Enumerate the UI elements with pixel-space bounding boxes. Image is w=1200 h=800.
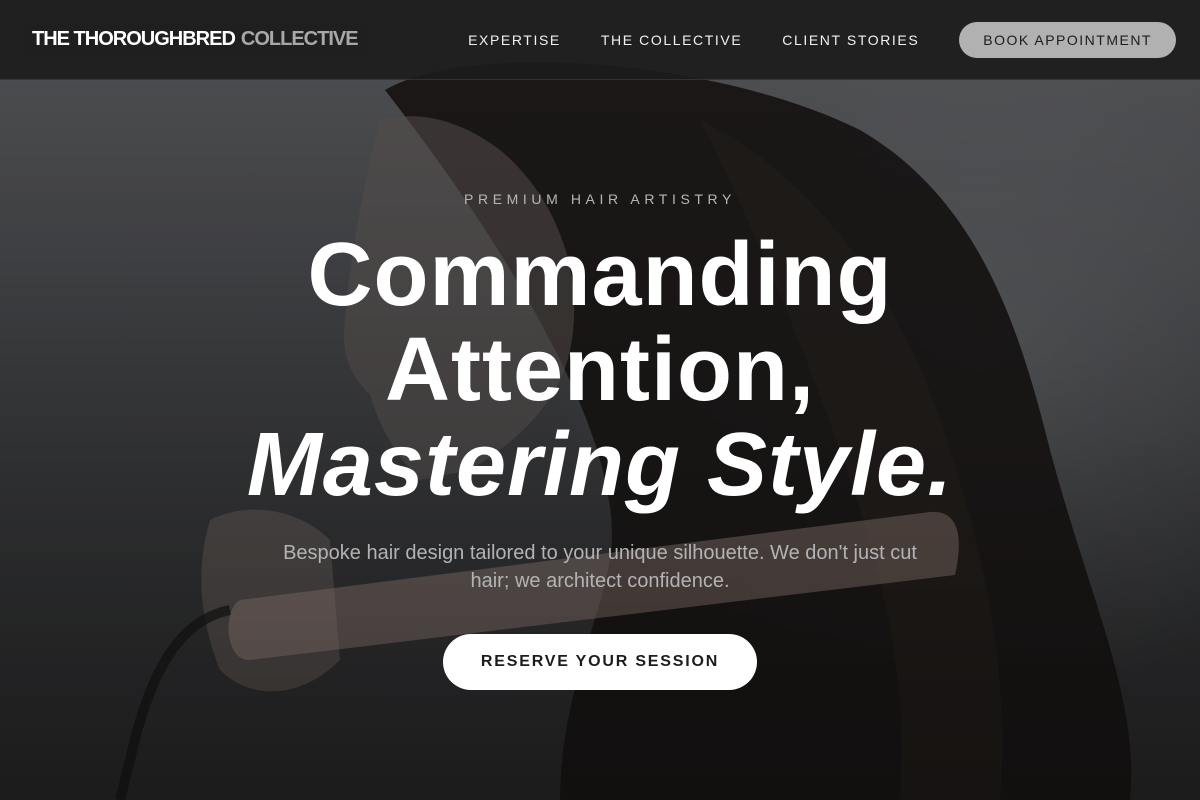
hero-subcopy: Bespoke hair design tailored to your uni… [283, 542, 917, 592]
hero-headline: Commanding Attention, Mastering Style. [0, 228, 1200, 513]
headline-line-3: Mastering Style. [246, 415, 954, 515]
hero-content: PREMIUM HAIR ARTISTRY Commanding Attenti… [0, 0, 1200, 800]
headline-line-1: Commanding [307, 225, 893, 325]
headline-line-2: Attention, [385, 320, 815, 420]
hero-eyebrow: PREMIUM HAIR ARTISTRY [464, 191, 736, 207]
reserve-session-button[interactable]: RESERVE YOUR SESSION [443, 634, 757, 690]
